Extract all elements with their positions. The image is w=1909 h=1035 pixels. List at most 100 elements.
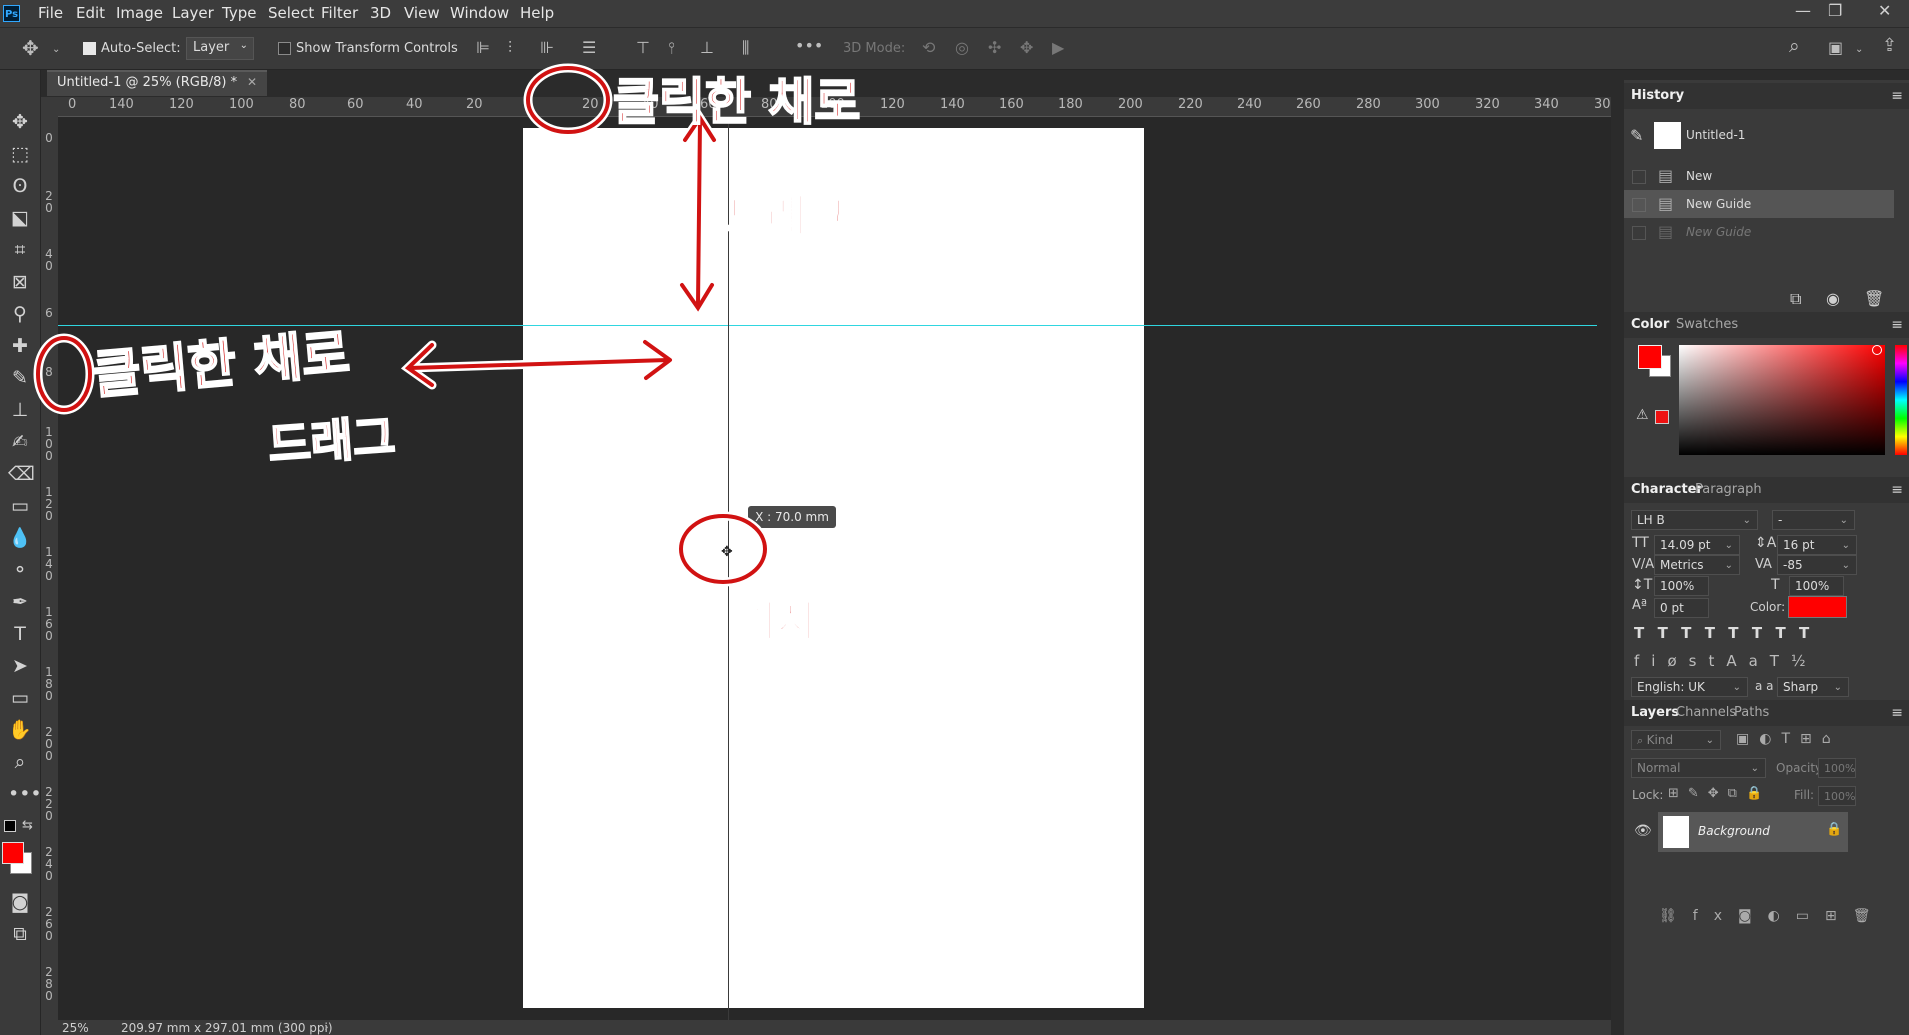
search-icon[interactable]: ⌕ [1789,37,1800,56]
menu-type[interactable]: Type [222,4,256,22]
align-bottom-icon[interactable]: ⊥ [700,40,714,56]
menu-filter[interactable]: Filter [321,4,358,22]
history-checkbox[interactable] [1632,198,1646,212]
vertical-ruler[interactable]: 0 2 0 4 0 6 8 1 0 0 1 2 0 1 4 0 1 6 0 1 … [41,116,59,1020]
more-tools-icon[interactable]: ••• [8,782,42,806]
document-size[interactable]: 209.97 mm x 297.01 mm (300 ppi) [121,1021,333,1035]
leading-field[interactable]: 16 pt ⌄ [1777,535,1857,555]
panel-menu-icon[interactable]: ≡ [1891,705,1903,721]
close-tab-icon[interactable]: ✕ [247,75,257,89]
pen-tool-icon[interactable]: ✒ [8,590,32,614]
screen-mode-icon[interactable]: ⧉ [8,922,32,946]
workspace-icon[interactable]: ▣ [1828,40,1843,56]
color-picker-handle[interactable] [1872,345,1882,355]
show-transform-checkbox[interactable] [278,42,291,55]
history-checkbox[interactable] [1632,226,1646,240]
history-item-undone[interactable]: ▤ New Guide [1624,218,1894,246]
gradient-tool-icon[interactable]: ▭ [8,494,32,518]
color-picker-field[interactable] [1679,345,1885,455]
move-tool-icon[interactable]: ✥ [22,38,39,58]
tab-paragraph[interactable]: Paragraph [1695,482,1762,497]
tab-channels[interactable]: Channels [1676,705,1736,720]
type-style-buttons[interactable]: TTTTTTTT [1634,624,1894,642]
chevron-down-icon[interactable]: ⌄ [1855,42,1863,58]
align-middle-icon[interactable]: ⫯ [668,40,675,56]
hue-slider[interactable] [1895,345,1907,455]
text-color-swatch[interactable] [1788,596,1847,618]
layer-footer-buttons[interactable]: ⛓fx◙◐▭⊞🗑 [1659,908,1899,924]
new-document-from-state-icon[interactable]: ⧉ [1790,289,1801,309]
ruler-corner[interactable] [41,97,58,116]
tracking-field[interactable]: -85 ⌄ [1777,555,1857,575]
more-icon[interactable]: ••• [795,38,823,54]
hand-tool-icon[interactable]: ✋ [8,718,32,742]
share-icon[interactable]: ⇪ [1882,37,1897,55]
3d-camera-icon[interactable]: ▶ [1052,40,1064,56]
kerning-field[interactable]: Metrics ⌄ [1654,555,1740,575]
eraser-tool-icon[interactable]: ⌫ [8,462,35,486]
font-style-select[interactable]: - ⌄ [1772,510,1855,530]
lock-icon[interactable]: 🔒 [1826,822,1842,837]
layer-filter-icons[interactable]: ▣◐T⊞⌂ [1736,731,1866,747]
zoom-level[interactable]: 25% [62,1021,89,1035]
crop-tool-icon[interactable]: ⌗ [8,238,32,262]
lasso-tool-icon[interactable]: ʘ [8,174,32,198]
swap-colors-icon[interactable]: ⇆ [22,818,33,833]
object-select-tool-icon[interactable]: ⬕ [8,206,32,230]
document-canvas[interactable] [523,128,1144,1008]
tab-color[interactable]: Color [1631,317,1669,332]
language-select[interactable]: English: UK ⌄ [1631,677,1748,697]
menu-help[interactable]: Help [520,4,554,22]
gamut-swatch[interactable] [1655,410,1669,424]
3d-roll-icon[interactable]: ◎ [955,40,969,56]
menu-select[interactable]: Select [268,4,314,22]
align-right-icon[interactable]: ⊪ [540,40,554,56]
horizontal-scale-field[interactable]: 100% [1789,576,1844,596]
panel-menu-icon[interactable]: ≡ [1891,317,1903,333]
path-select-tool-icon[interactable]: ➤ [8,654,32,678]
fill-field[interactable]: 100% [1818,786,1856,806]
3d-slide-icon[interactable]: ✥ [1020,40,1033,56]
history-checkbox[interactable] [1632,170,1646,184]
menu-edit[interactable]: Edit [76,4,105,22]
blend-mode-select[interactable]: Normal ⌄ [1631,758,1766,778]
trash-icon[interactable]: 🗑 [1864,289,1884,308]
tab-layers[interactable]: Layers [1631,705,1679,720]
panel-menu-icon[interactable]: ≡ [1891,482,1903,498]
font-size-field[interactable]: 14.09 pt ⌄ [1654,535,1740,555]
opacity-field[interactable]: 100% [1818,758,1856,778]
tab-history[interactable]: History [1631,88,1684,103]
baseline-shift-field[interactable]: 0 pt [1654,598,1709,618]
type-tool-icon[interactable]: T [8,622,32,646]
3d-orbit-icon[interactable]: ⟲ [922,40,935,56]
eye-icon[interactable]: 👁 [1634,823,1652,839]
zoom-tool-icon[interactable]: ⌕ [8,750,32,774]
warning-icon[interactable]: ⚠ [1636,407,1649,423]
eyedropper-tool-icon[interactable]: ⚲ [8,302,32,326]
vertical-scale-field[interactable]: 100% [1654,576,1709,596]
quick-mask-icon[interactable]: ◙ [8,890,32,914]
move-tool-icon[interactable]: ✥ [8,110,32,134]
layer-row-background[interactable]: Background 🔒 [1658,812,1848,852]
menu-window[interactable]: Window [450,4,509,22]
vertical-guide-dragging[interactable] [728,117,729,1020]
snapshot-camera-icon[interactable]: ◉ [1826,289,1840,308]
history-brush-tool-icon[interactable]: ✍ [8,430,32,454]
document-tab[interactable]: Untitled-1 @ 25% (RGB/8) * ✕ [47,70,267,96]
auto-select-checkbox[interactable] [83,42,96,55]
menu-file[interactable]: File [38,4,63,22]
photoshop-logo-icon[interactable]: Ps [3,5,20,22]
panel-menu-icon[interactable]: ≡ [1891,88,1903,104]
history-snapshot[interactable]: ✎ Untitled-1 [1624,116,1894,156]
chevron-down-icon[interactable]: ⌄ [52,42,60,58]
restore-icon[interactable]: ❐ [1828,1,1842,20]
opentype-buttons[interactable]: fiøstAaT½ [1634,652,1894,670]
minimize-icon[interactable]: — [1795,1,1811,20]
layer-kind-filter[interactable]: ⌕ Kind ⌄ [1631,730,1721,750]
history-item-selected[interactable]: ▤ New Guide [1624,190,1894,218]
healing-tool-icon[interactable]: ✚ [8,334,32,358]
menu-3d[interactable]: 3D [370,4,391,22]
tab-paths[interactable]: Paths [1734,705,1769,720]
stamp-tool-icon[interactable]: ⊥ [8,398,32,422]
menu-layer[interactable]: Layer [172,4,214,22]
